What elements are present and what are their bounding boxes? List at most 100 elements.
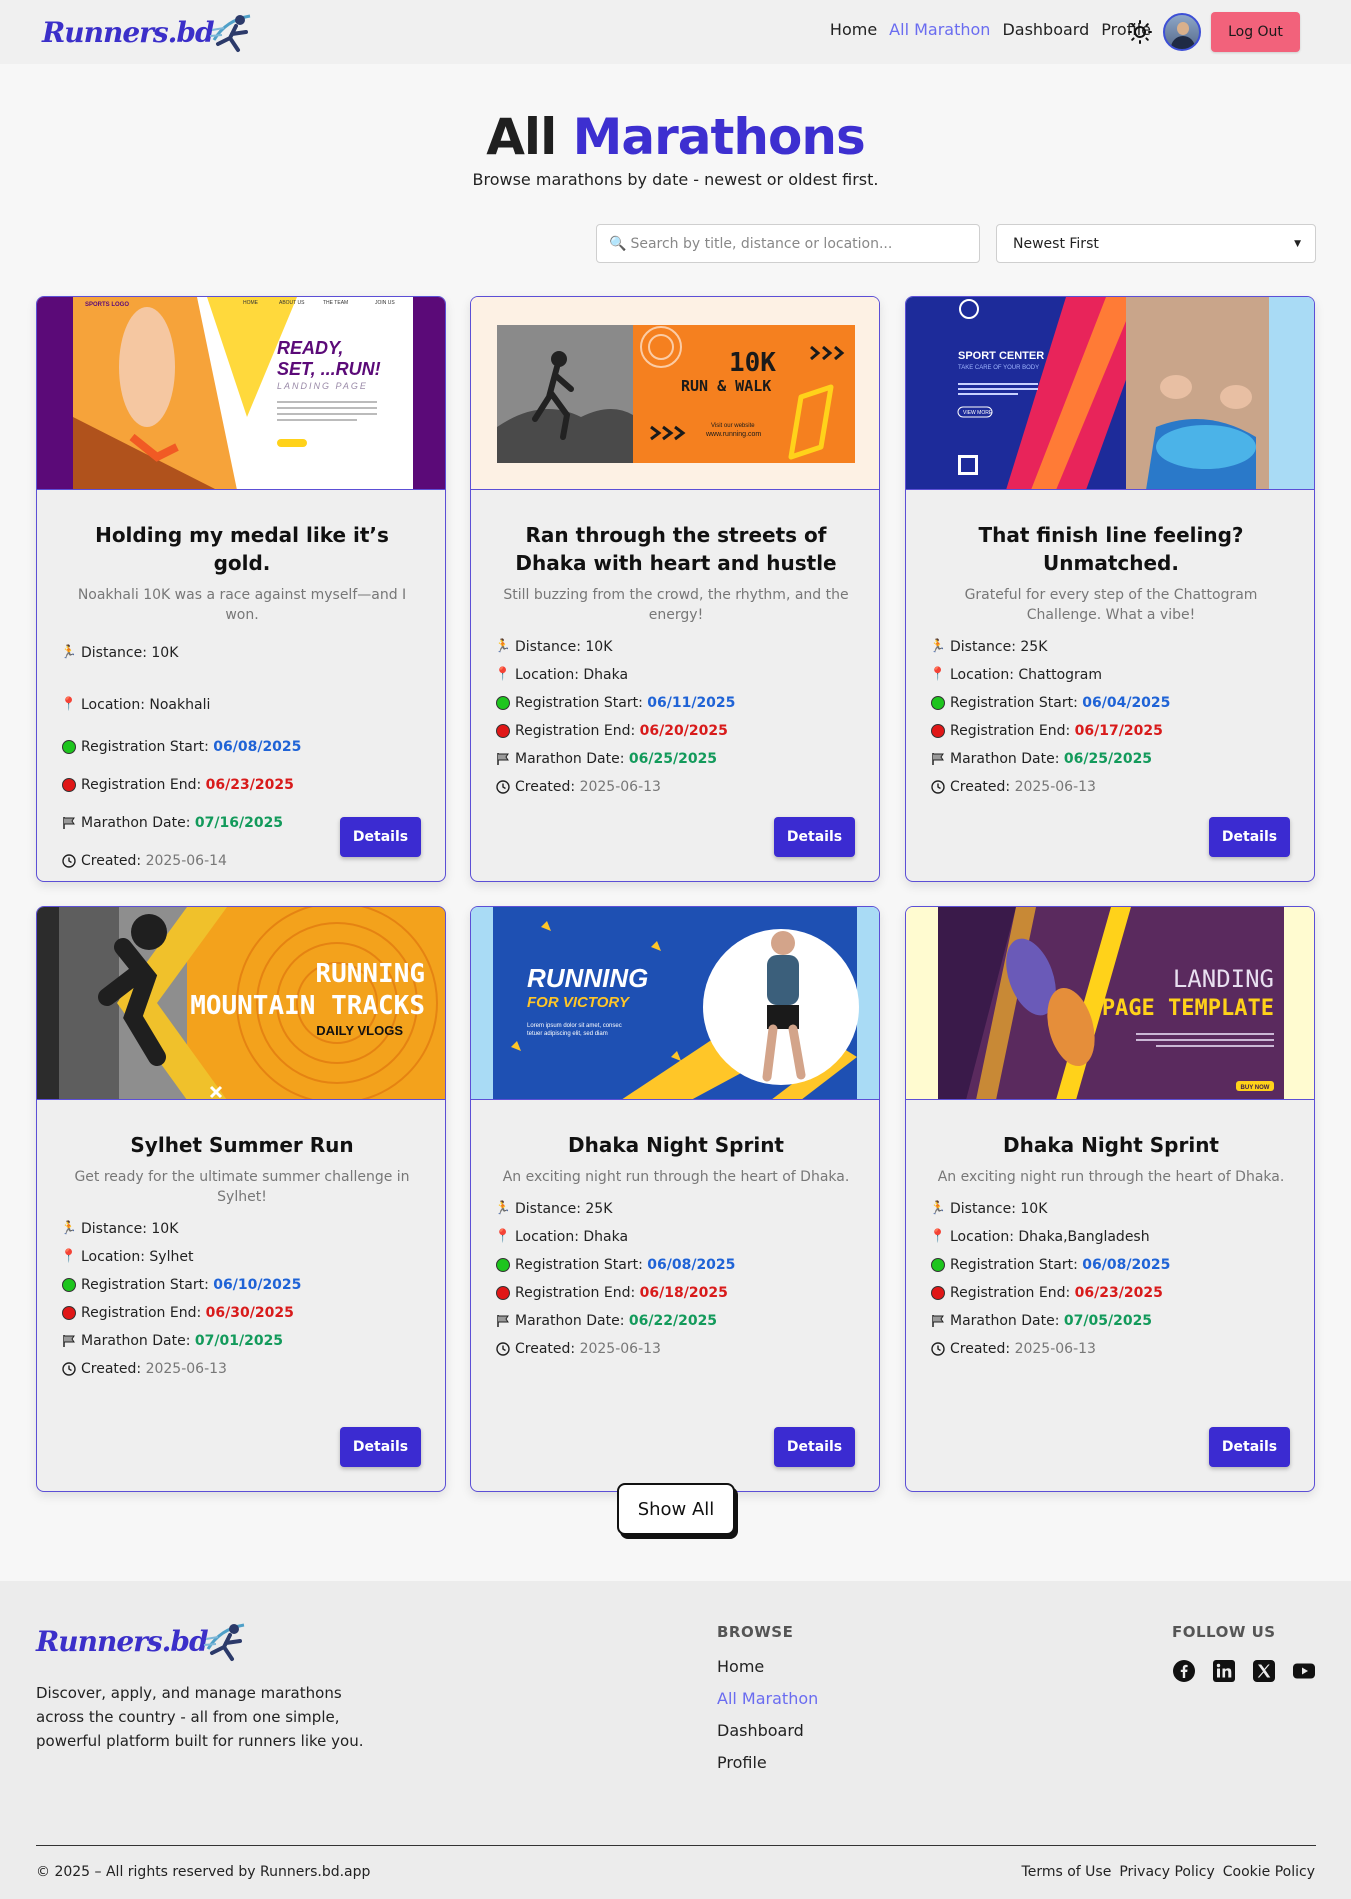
copyright-text: © 2025 – All rights reserved by Runners.… <box>36 1864 371 1880</box>
card-image: RUNNING FOR VICTORY Lorem ipsum dolor si… <box>471 907 879 1099</box>
card-created: Created: 2025-06-13 <box>928 777 1294 797</box>
runner-logo-icon <box>203 1623 244 1661</box>
card-image-frame: 10K RUN & WALK Visit our website www.run… <box>471 297 879 490</box>
card-banner-text: FOR VICTORY <box>527 994 631 1011</box>
card-created: Created: 2025-06-13 <box>493 777 859 797</box>
card-reg-end: Registration End: 06/30/2025 <box>59 1303 425 1323</box>
card-description: Grateful for every step of the Chattogra… <box>964 587 1258 623</box>
page-title: All Marathons <box>0 108 1351 166</box>
created-value: 2025-06-13 <box>579 1341 661 1357</box>
nav-link-home[interactable]: Home <box>830 20 877 39</box>
card-distance: 🏃 Distance: 10K <box>60 1221 179 1237</box>
card-banner-text: BUY NOW <box>1241 1085 1270 1091</box>
location-value: Dhaka,Bangladesh <box>1018 1229 1150 1245</box>
footer-link-home[interactable]: Home <box>717 1655 818 1679</box>
pin-icon: 📍 <box>929 1229 947 1244</box>
card-banner-text: SPORTS LOGO <box>85 302 129 308</box>
clock-icon <box>493 1342 513 1356</box>
terms-link[interactable]: Terms of Use <box>1022 1864 1112 1880</box>
card-distance: 🏃 Distance: 25K <box>929 639 1048 655</box>
green-dot-icon <box>496 696 510 710</box>
show-all-button[interactable]: Show All <box>617 1483 735 1535</box>
card-reg-start: Registration Start: 06/10/2025 <box>59 1275 425 1295</box>
footer-divider <box>36 1845 1316 1846</box>
sort-select[interactable]: Newest First ▼ <box>996 224 1316 263</box>
details-button[interactable]: Details <box>340 1427 421 1467</box>
search-input[interactable] <box>630 235 971 252</box>
footer-link-profile[interactable]: Profile <box>717 1751 818 1775</box>
card-image-frame: RUNNING MOUNTAIN TRACKS DAILY VLOGS <box>37 907 445 1100</box>
details-button[interactable]: Details <box>774 1427 855 1467</box>
card-marathon-date: Marathon Date: 06/25/2025 <box>928 749 1294 769</box>
nav-link-all-marathon[interactable]: All Marathon <box>889 20 990 39</box>
footer-link-dashboard[interactable]: Dashboard <box>717 1719 818 1743</box>
distance-value: 10K <box>585 639 613 655</box>
card-reg-start: Registration Start: 06/08/2025 <box>493 1255 859 1275</box>
marathon-date-value: 06/25/2025 <box>628 751 718 767</box>
flag-icon <box>928 1314 948 1328</box>
card-banner-text: 10K <box>729 348 776 378</box>
x-icon[interactable] <box>1252 1659 1276 1683</box>
card-banner-text: SET, ...RUN! <box>277 359 381 379</box>
user-avatar[interactable] <box>1163 13 1201 51</box>
card-image-frame: LANDING PAGE TEMPLATE BUY NOW <box>906 907 1314 1100</box>
distance-value: 10K <box>151 1221 179 1237</box>
linkedin-icon[interactable] <box>1212 1659 1236 1683</box>
reg-end-value: 06/18/2025 <box>639 1285 728 1301</box>
details-button[interactable]: Details <box>1209 817 1290 857</box>
red-dot-icon <box>931 1286 945 1300</box>
card-image-frame: SPORT CENTER TAKE CARE OF YOUR BODY VIEW… <box>906 297 1314 490</box>
marathon-card: RUNNING MOUNTAIN TRACKS DAILY VLOGS Sylh… <box>36 906 446 1492</box>
facebook-icon[interactable] <box>1172 1659 1196 1683</box>
nav-link-dashboard[interactable]: Dashboard <box>1002 20 1089 39</box>
details-button[interactable]: Details <box>340 817 421 857</box>
created-value: 2025-06-13 <box>1014 779 1096 795</box>
pin-icon: 📍 <box>494 667 512 682</box>
marathon-date-value: 07/16/2025 <box>194 815 284 831</box>
card-reg-start: Registration Start: 06/08/2025 <box>928 1255 1294 1275</box>
reg-end-value: 06/23/2025 <box>205 777 294 793</box>
card-image-frame: SPORTS LOGO HOME ABOUT US THE TEAM JOIN … <box>37 297 445 490</box>
footer-link-all-marathon[interactable]: All Marathon <box>717 1687 818 1711</box>
card-banner-text: PAGE TEMPLATE <box>1102 996 1274 1021</box>
privacy-link[interactable]: Privacy Policy <box>1119 1864 1214 1880</box>
navbar: Runners.bd Home All Marathon Dashboard P… <box>0 0 1351 64</box>
youtube-icon[interactable] <box>1292 1659 1316 1683</box>
cookie-link[interactable]: Cookie Policy <box>1223 1864 1315 1880</box>
card-description: An exciting night run through the heart … <box>502 1169 850 1185</box>
runner-icon: 🏃 <box>494 1201 512 1216</box>
distance-value: 10K <box>151 645 179 661</box>
card-marathon-date: Marathon Date: 07/05/2025 <box>928 1311 1294 1331</box>
site-logo[interactable]: Runners.bd <box>42 10 256 54</box>
search-box[interactable]: 🔍 <box>596 224 980 263</box>
card-body: Ran through the streets of Dhaka with he… <box>471 491 879 797</box>
clock-icon <box>493 780 513 794</box>
distance-value: 25K <box>585 1201 613 1217</box>
details-button[interactable]: Details <box>774 817 855 857</box>
green-dot-icon <box>62 1278 76 1292</box>
pin-icon: 📍 <box>494 1229 512 1244</box>
flag-icon <box>59 816 79 830</box>
card-distance: 🏃 Distance: 10K <box>60 645 179 661</box>
logout-button[interactable]: Log Out <box>1211 12 1300 52</box>
card-title: Dhaka Night Sprint <box>567 1133 784 1157</box>
clock-icon <box>59 1362 79 1376</box>
card-location: 📍 Location: Dhaka,Bangladesh <box>929 1229 1150 1245</box>
card-banner-text: JOIN US <box>375 300 395 306</box>
card-image: SPORTS LOGO HOME ABOUT US THE TEAM JOIN … <box>37 297 445 489</box>
card-reg-end: Registration End: 06/23/2025 <box>59 775 425 795</box>
card-reg-start: Registration Start: 06/11/2025 <box>493 693 859 713</box>
card-banner-text: VIEW MORE <box>963 410 993 416</box>
card-banner-text: READY, <box>277 338 343 358</box>
card-reg-start: Registration Start: 06/08/2025 <box>59 737 425 757</box>
card-banner-text: HOME <box>243 300 259 306</box>
card-banner-text: LANDING PAGE <box>277 381 368 391</box>
card-title: Dhaka Night Sprint <box>1002 1133 1219 1157</box>
footer-logo[interactable]: Runners.bd <box>36 1619 250 1663</box>
marathon-date-value: 06/25/2025 <box>1063 751 1153 767</box>
card-description: Noakhali 10K was a race against myself—a… <box>77 587 407 623</box>
social-links <box>1172 1659 1316 1683</box>
details-button[interactable]: Details <box>1209 1427 1290 1467</box>
card-banner-text: MOUNTAIN TRACKS <box>190 991 425 1021</box>
sun-icon[interactable] <box>1128 20 1152 44</box>
